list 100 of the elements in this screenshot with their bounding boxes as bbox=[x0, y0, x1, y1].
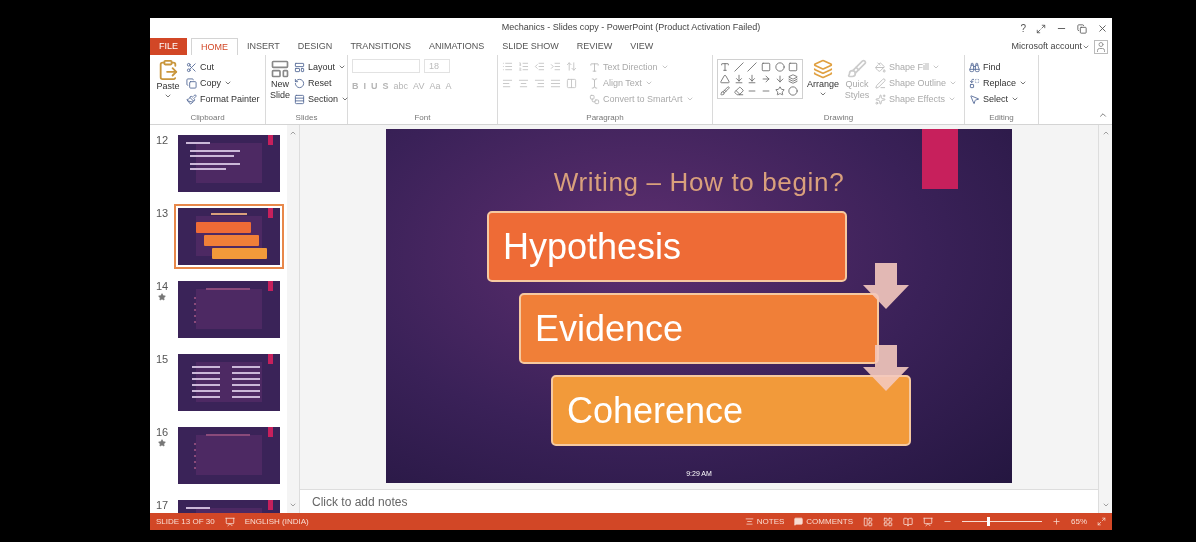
ribbon-tab[interactable]: ANIMATIONS bbox=[419, 38, 494, 55]
account-menu[interactable]: Microsoft account bbox=[1011, 39, 1090, 54]
arrow-icon bbox=[761, 74, 771, 84]
align-left-icon[interactable] bbox=[502, 78, 513, 89]
help-button[interactable]: ? bbox=[1020, 21, 1026, 36]
ribbon-button[interactable]: Copy bbox=[186, 75, 260, 91]
fit-to-window-icon[interactable] bbox=[1097, 517, 1106, 526]
slide-counter: SLIDE 13 OF 30 bbox=[156, 515, 215, 528]
new-slide-button[interactable]: New Slide bbox=[270, 59, 290, 101]
group-label: Clipboard bbox=[189, 112, 226, 124]
ribbon-button[interactable]: Reset bbox=[294, 75, 350, 91]
text-box-icon bbox=[720, 62, 730, 72]
collapse-ribbon-icon[interactable] bbox=[1098, 110, 1108, 120]
slide-thumbnail[interactable] bbox=[176, 133, 282, 194]
ribbon-button[interactable]: Format Painter bbox=[186, 91, 260, 107]
slide-thumbnail[interactable] bbox=[176, 279, 282, 340]
group-label: Editing bbox=[988, 112, 1015, 124]
avatar-icon[interactable] bbox=[1094, 39, 1108, 54]
brush-icon bbox=[847, 59, 868, 79]
arrange-icon bbox=[813, 59, 833, 79]
justify-icon[interactable] bbox=[550, 78, 561, 89]
ribbon-tab[interactable]: INSERT bbox=[238, 38, 289, 55]
zoom-thumb[interactable] bbox=[987, 517, 991, 526]
comments-button[interactable]: COMMENTS bbox=[794, 515, 853, 528]
slide-number: 14 bbox=[155, 279, 169, 293]
indent-decrease-icon[interactable] bbox=[534, 61, 545, 72]
columns-icon[interactable] bbox=[566, 78, 577, 89]
scroll-up-icon[interactable] bbox=[289, 129, 297, 137]
slide-thumbnail[interactable] bbox=[176, 352, 282, 413]
line-spacing-icon[interactable] bbox=[566, 61, 577, 72]
ribbon-display-icon[interactable] bbox=[1036, 23, 1046, 34]
notes-placeholder[interactable]: Click to add notes bbox=[312, 492, 408, 511]
section-icon bbox=[294, 93, 305, 105]
scissors-icon bbox=[186, 61, 197, 73]
notes-button[interactable]: NOTES bbox=[744, 515, 785, 528]
scroll-down-icon[interactable] bbox=[289, 501, 297, 509]
numbering-icon[interactable] bbox=[518, 61, 529, 72]
restore-icon[interactable] bbox=[1077, 23, 1087, 34]
line-icon bbox=[747, 62, 758, 72]
zoom-slider[interactable] bbox=[962, 516, 1042, 527]
language-indicator[interactable]: ENGLISH (INDIA) bbox=[244, 515, 309, 528]
sparkles-icon bbox=[875, 93, 887, 105]
ribbon-tab[interactable]: SLIDE SHOW bbox=[493, 38, 568, 55]
text-direction-icon bbox=[589, 61, 600, 73]
paintbrush-icon bbox=[186, 93, 197, 105]
freeform-icon bbox=[720, 86, 730, 96]
comment-icon bbox=[794, 517, 804, 526]
slide-thumbnail[interactable] bbox=[176, 206, 282, 267]
zoom-in-icon[interactable] bbox=[1052, 517, 1061, 526]
reading-view-icon[interactable] bbox=[903, 516, 913, 527]
replace-icon bbox=[969, 77, 980, 89]
slide-icon bbox=[270, 59, 290, 79]
ribbon-button[interactable]: Replace bbox=[969, 75, 1028, 91]
close-icon[interactable] bbox=[1097, 23, 1108, 34]
group-label: Slides bbox=[294, 112, 319, 124]
arrange-button[interactable]: Arrange bbox=[807, 59, 840, 98]
arrow-icon bbox=[774, 74, 785, 84]
caret-icon bbox=[819, 90, 827, 98]
accent-bar bbox=[922, 129, 958, 189]
paste-button[interactable]: Paste bbox=[154, 59, 182, 100]
triangle-icon bbox=[720, 74, 730, 84]
slideshow-icon[interactable] bbox=[923, 516, 933, 527]
scrollbar[interactable] bbox=[287, 125, 299, 513]
oval-icon bbox=[774, 62, 785, 72]
file-tab[interactable]: FILE bbox=[150, 38, 187, 55]
group-label: Paragraph bbox=[585, 112, 625, 124]
ribbon-tab[interactable]: REVIEW bbox=[567, 38, 622, 55]
shapes-gallery[interactable] bbox=[717, 59, 803, 99]
scroll-up-icon[interactable] bbox=[1101, 129, 1110, 137]
ribbon-tab[interactable]: VIEW bbox=[621, 38, 663, 55]
bullets-icon[interactable] bbox=[502, 61, 513, 72]
down-arrow-icon bbox=[863, 345, 909, 393]
slide-sorter-icon[interactable] bbox=[883, 516, 893, 527]
slide-number: 15 bbox=[155, 352, 169, 366]
align-right-icon[interactable] bbox=[534, 78, 545, 89]
diagram-box: Hypothesis bbox=[487, 211, 847, 282]
normal-view-icon[interactable] bbox=[863, 516, 873, 527]
indent-increase-icon[interactable] bbox=[550, 61, 561, 72]
zoom-level[interactable]: 65% bbox=[1071, 515, 1087, 528]
ribbon-tab[interactable]: TRANSITIONS bbox=[341, 38, 420, 55]
pen-icon bbox=[875, 77, 887, 89]
ribbon-tab[interactable]: HOME bbox=[191, 38, 238, 55]
ribbon-tab[interactable]: DESIGN bbox=[288, 38, 342, 55]
clipboard-icon bbox=[157, 59, 179, 81]
caret-icon bbox=[164, 92, 172, 100]
ribbon-button[interactable]: Find bbox=[969, 59, 1028, 75]
align-center-icon[interactable] bbox=[518, 78, 529, 89]
ribbon-button[interactable]: Select bbox=[969, 91, 1028, 107]
scrollbar[interactable] bbox=[1098, 125, 1112, 513]
slide-thumbnail[interactable] bbox=[176, 425, 282, 486]
connector-icon bbox=[747, 74, 758, 84]
ribbon-button[interactable]: Cut bbox=[186, 59, 260, 75]
group-label: Font bbox=[413, 112, 432, 124]
pointer-icon bbox=[969, 93, 980, 105]
slide-number: 13 bbox=[155, 206, 169, 220]
ribbon-button[interactable]: Layout bbox=[294, 59, 350, 75]
connector-icon bbox=[733, 74, 744, 84]
scroll-down-icon[interactable] bbox=[1101, 501, 1110, 509]
ribbon-button[interactable]: Section bbox=[294, 91, 350, 107]
star-icon bbox=[158, 439, 166, 447]
